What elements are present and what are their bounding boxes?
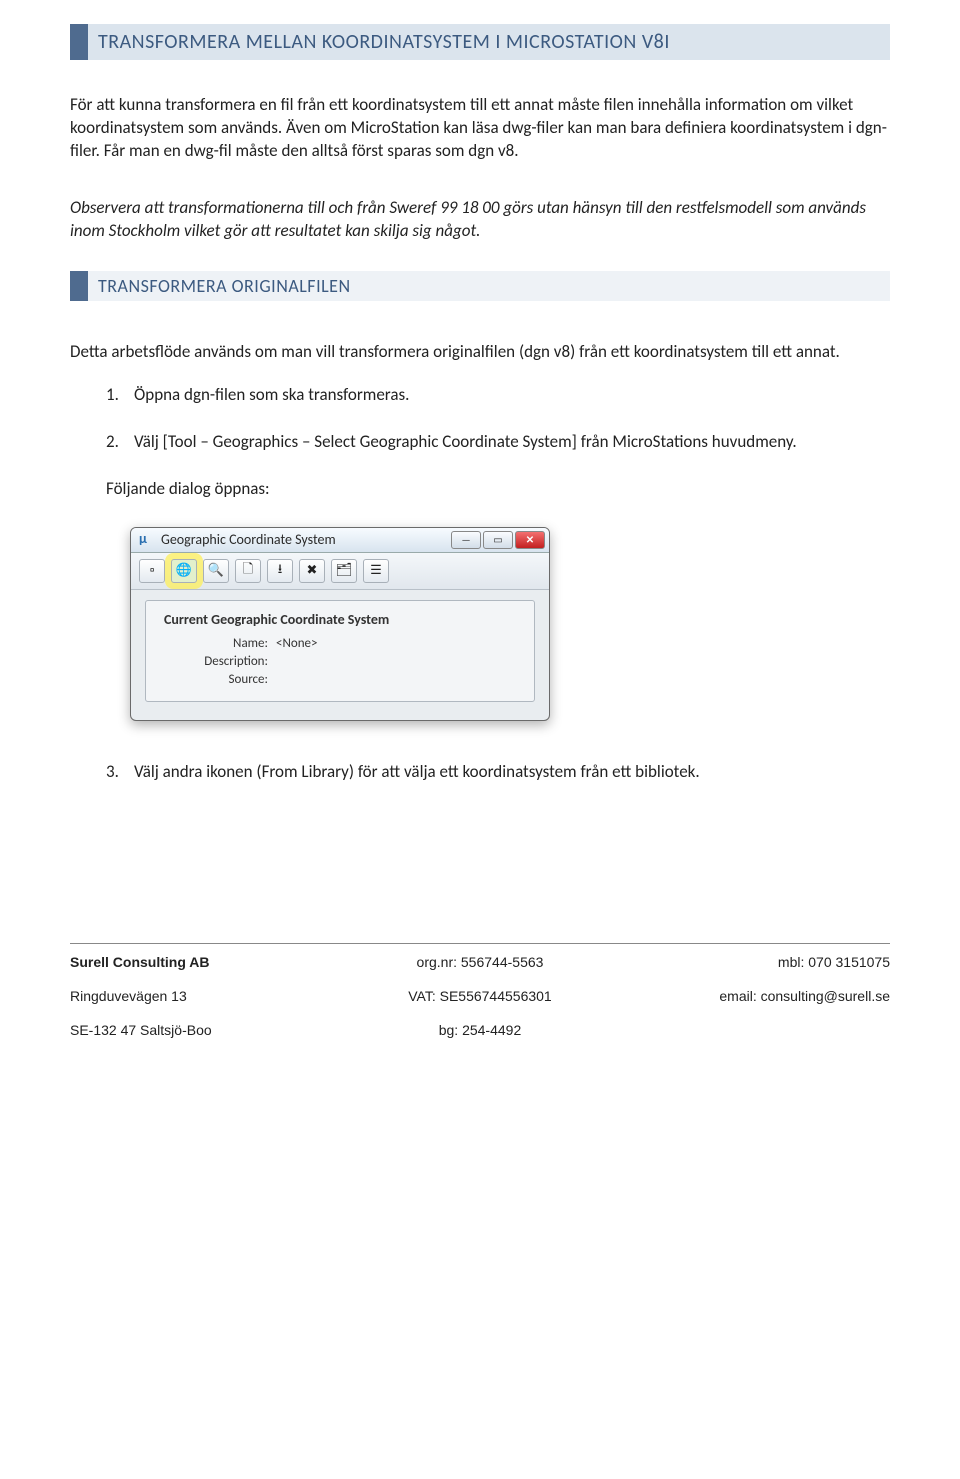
list-text: Välj [Tool – Geographics – Select Geogra… xyxy=(134,431,890,454)
footer-email: email: consulting@surell.se xyxy=(617,988,890,1004)
tool-from-library-icon: 🌐 xyxy=(172,560,196,582)
footer-address: Ringduvevägen 13 xyxy=(70,988,343,1004)
tool-delete[interactable]: ✖ xyxy=(299,559,325,583)
field-label-source: Source: xyxy=(184,672,268,687)
tool-delete-icon: ✖ xyxy=(300,560,324,582)
list-item: 1. Öppna dgn-filen som ska transformeras… xyxy=(106,384,890,407)
close-button[interactable]: ✕ xyxy=(515,531,545,549)
page-footer: Surell Consulting AB org.nr: 556744-5563… xyxy=(70,943,890,1038)
tool-from-library[interactable]: 🌐 xyxy=(171,559,197,583)
step-list-continued: 3. Välj andra ikonen (From Library) för … xyxy=(70,761,890,784)
dialog-title-text: Geographic Coordinate System xyxy=(161,531,449,548)
tool-details-icon: ☰ xyxy=(364,560,388,582)
tool-details[interactable]: ☰ xyxy=(363,559,389,583)
tool-dialog-icon: ▫ xyxy=(140,560,164,582)
field-label-name: Name: xyxy=(184,636,268,651)
list-text: Öppna dgn-filen som ska transformeras. xyxy=(134,384,890,407)
minimize-button[interactable]: — xyxy=(451,531,481,549)
footer-postal: SE-132 47 Saltsjö-Boo xyxy=(70,1022,343,1038)
list-number: 2. xyxy=(106,431,134,454)
field-label-description: Description: xyxy=(184,654,268,669)
footer-mobile: mbl: 070 3151075 xyxy=(617,954,890,970)
tool-search-icon: 🔍 xyxy=(204,560,228,582)
gcs-dialog: µ Geographic Coordinate System — ▭ ✕ ▫ 🌐 🔍… xyxy=(130,527,550,721)
step-list: 1. Öppna dgn-filen som ska transformeras… xyxy=(70,384,890,454)
dialog-group: Current Geographic Coordinate System Nam… xyxy=(145,600,535,702)
tool-import-icon: ⭳ xyxy=(268,560,292,582)
list-number: 1. xyxy=(106,384,134,407)
page-title: TRANSFORMERA MELLAN KOORDINATSYSTEM I MI… xyxy=(70,24,890,60)
section-title: TRANSFORMERA ORIGINALFILEN xyxy=(70,271,890,301)
dialog-titlebar: µ Geographic Coordinate System — ▭ ✕ xyxy=(131,528,549,553)
footer-bg: bg: 254-4492 xyxy=(343,1022,616,1038)
footer-company: Surell Consulting AB xyxy=(70,954,343,970)
tool-dialog[interactable]: ▫ xyxy=(139,559,165,583)
field-value-name: <None> xyxy=(276,636,318,651)
dialog-intro-text: Följande dialog öppnas: xyxy=(106,478,890,499)
tool-search[interactable]: 🔍 xyxy=(203,559,229,583)
dialog-group-title: Current Geographic Coordinate System xyxy=(164,611,520,628)
tool-file[interactable]: 🗋 xyxy=(235,559,261,583)
maximize-button[interactable]: ▭ xyxy=(483,531,513,549)
list-item: 2. Välj [Tool – Geographics – Select Geo… xyxy=(106,431,890,454)
tool-edit[interactable]: 🗂 xyxy=(331,559,357,583)
list-text: Välj andra ikonen (From Library) för att… xyxy=(134,761,890,784)
tool-import[interactable]: ⭳ xyxy=(267,559,293,583)
list-number: 3. xyxy=(106,761,134,784)
section-paragraph: Detta arbetsflöde används om man vill tr… xyxy=(70,341,890,364)
dialog-toolbar: ▫ 🌐 🔍 🗋 ⭳ ✖ 🗂 ☰ xyxy=(131,553,549,590)
intro-paragraph-1: För att kunna transformera en fil från e… xyxy=(70,94,890,163)
app-icon: µ xyxy=(139,532,155,548)
footer-vat: VAT: SE556744556301 xyxy=(343,988,616,1004)
tool-file-icon: 🗋 xyxy=(236,560,260,582)
tool-edit-icon: 🗂 xyxy=(332,560,356,582)
list-item: 3. Välj andra ikonen (From Library) för … xyxy=(106,761,890,784)
intro-paragraph-2: Observera att transformationerna till oc… xyxy=(70,197,890,243)
footer-orgnr: org.nr: 556744-5563 xyxy=(343,954,616,970)
